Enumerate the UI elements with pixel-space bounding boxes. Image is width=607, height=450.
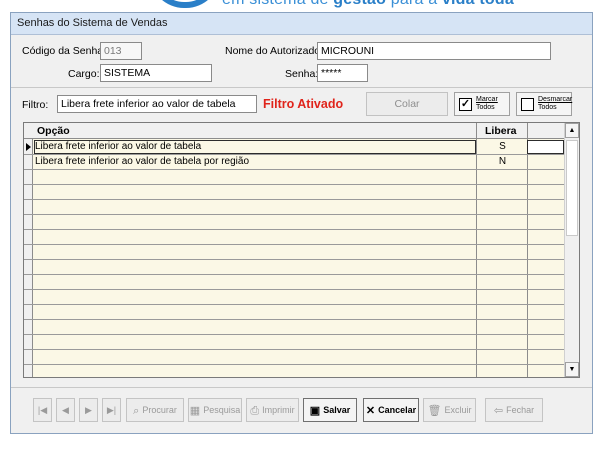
scroll-up-icon[interactable]: ▲ [565, 123, 579, 138]
cancelar-button[interactable]: ✕ Cancelar [363, 398, 419, 422]
excluir-button[interactable]: 🗑 Excluir [423, 398, 476, 422]
salvar-button[interactable]: ▣ Salvar [303, 398, 357, 422]
empty-row[interactable] [24, 245, 565, 260]
brand-tagline: em sistema de gestão para a vida toda [222, 0, 514, 9]
brand-banner: em sistema de gestão para a vida toda [0, 0, 607, 10]
row-opcao: Libera frete inferior ao valor de tabela [35, 141, 202, 152]
prev-record-button[interactable]: ◀ [56, 398, 75, 422]
password-window: Senhas do Sistema de Vendas Código da Se… [10, 12, 593, 434]
table-row[interactable]: Libera frete inferior ao valor de tabela… [24, 155, 565, 170]
empty-row[interactable] [24, 170, 565, 185]
scroll-down-icon[interactable]: ▼ [565, 362, 579, 377]
row-libera[interactable]: N [477, 156, 528, 167]
empty-row[interactable] [24, 320, 565, 335]
deselect-all-label: Desmarcar [538, 96, 573, 103]
trash-icon: 🗑 [427, 404, 442, 417]
last-record-button[interactable]: ▶| [102, 398, 121, 422]
empty-row[interactable] [24, 185, 565, 200]
grid-header: Opção Libera [24, 123, 565, 139]
filter-input[interactable]: Libera frete inferior ao valor de tabela [57, 95, 257, 113]
next-record-button[interactable]: ▶ [79, 398, 98, 422]
fechar-button[interactable]: ⇦ Fechar [485, 398, 543, 422]
filter-label: Filtro: [22, 99, 49, 111]
codigo-field[interactable]: 013 [100, 42, 142, 60]
row-opcao: Libera frete inferior ao valor de tabela… [35, 156, 250, 167]
empty-row[interactable] [24, 215, 565, 230]
select-all-label-2: Todos [476, 104, 495, 111]
senha-field[interactable]: ***** [317, 64, 368, 82]
checked-box-icon: ✓ [459, 98, 472, 111]
next-icon: ▶ [85, 405, 92, 415]
save-disk-icon: ▣ [309, 404, 321, 417]
logo-icon [150, 0, 220, 8]
scroll-thumb[interactable] [566, 140, 578, 236]
empty-row[interactable] [24, 365, 565, 377]
codigo-label: Código da Senha: [22, 45, 107, 57]
permissions-grid[interactable]: Opção Libera Libera frete inferior ao va… [23, 122, 580, 378]
empty-row[interactable] [24, 305, 565, 320]
autorizado-field[interactable]: MICROUNI [317, 42, 551, 60]
colar-button[interactable]: Colar [366, 92, 448, 116]
empty-row[interactable] [24, 260, 565, 275]
grid-search-icon: ▦ [189, 404, 201, 417]
table-row[interactable]: Libera frete inferior ao valor de tabela… [24, 140, 565, 155]
empty-row[interactable] [24, 290, 565, 305]
header-opcao: Opção [37, 125, 70, 137]
cancel-icon: ✕ [365, 404, 376, 417]
empty-row[interactable] [24, 350, 565, 365]
empty-row[interactable] [24, 335, 565, 350]
prev-icon: ◀ [62, 405, 69, 415]
deselect-all-label-2: Todos [538, 104, 557, 111]
first-record-button[interactable]: |◀ [33, 398, 52, 422]
empty-row[interactable] [24, 275, 565, 290]
imprimir-button[interactable]: ⎙ Imprimir [246, 398, 299, 422]
window-title: Senhas do Sistema de Vendas [11, 13, 592, 35]
current-row-marker-icon [26, 143, 31, 151]
pesquisa-button[interactable]: ▦ Pesquisa [188, 398, 242, 422]
autorizado-label: Nome do Autorizado: [225, 45, 324, 57]
select-all-label: Marcar [476, 96, 498, 103]
procurar-button[interactable]: ⌕ Procurar [126, 398, 184, 422]
header-libera: Libera [485, 125, 517, 137]
binoculars-icon: ⌕ [133, 404, 140, 417]
cargo-field[interactable]: SISTEMA [100, 64, 212, 82]
vertical-scrollbar[interactable]: ▲ ▼ [564, 123, 579, 377]
first-icon: |◀ [37, 405, 48, 415]
last-icon: ▶| [106, 405, 117, 415]
divider [11, 387, 592, 388]
divider [11, 87, 592, 88]
row-libera[interactable]: S [477, 141, 528, 152]
filter-status: Filtro Ativado [263, 97, 344, 111]
senha-label: Senha: [285, 68, 319, 80]
cargo-label: Cargo: [68, 68, 100, 80]
exit-icon: ⇦ [493, 404, 504, 417]
deselect-all-button[interactable]: Desmarcar Todos [516, 92, 572, 116]
unchecked-box-icon [521, 98, 534, 111]
empty-row[interactable] [24, 200, 565, 215]
select-all-button[interactable]: ✓ Marcar Todos [454, 92, 510, 116]
printer-icon: ⎙ [250, 404, 260, 417]
empty-row[interactable] [24, 230, 565, 245]
